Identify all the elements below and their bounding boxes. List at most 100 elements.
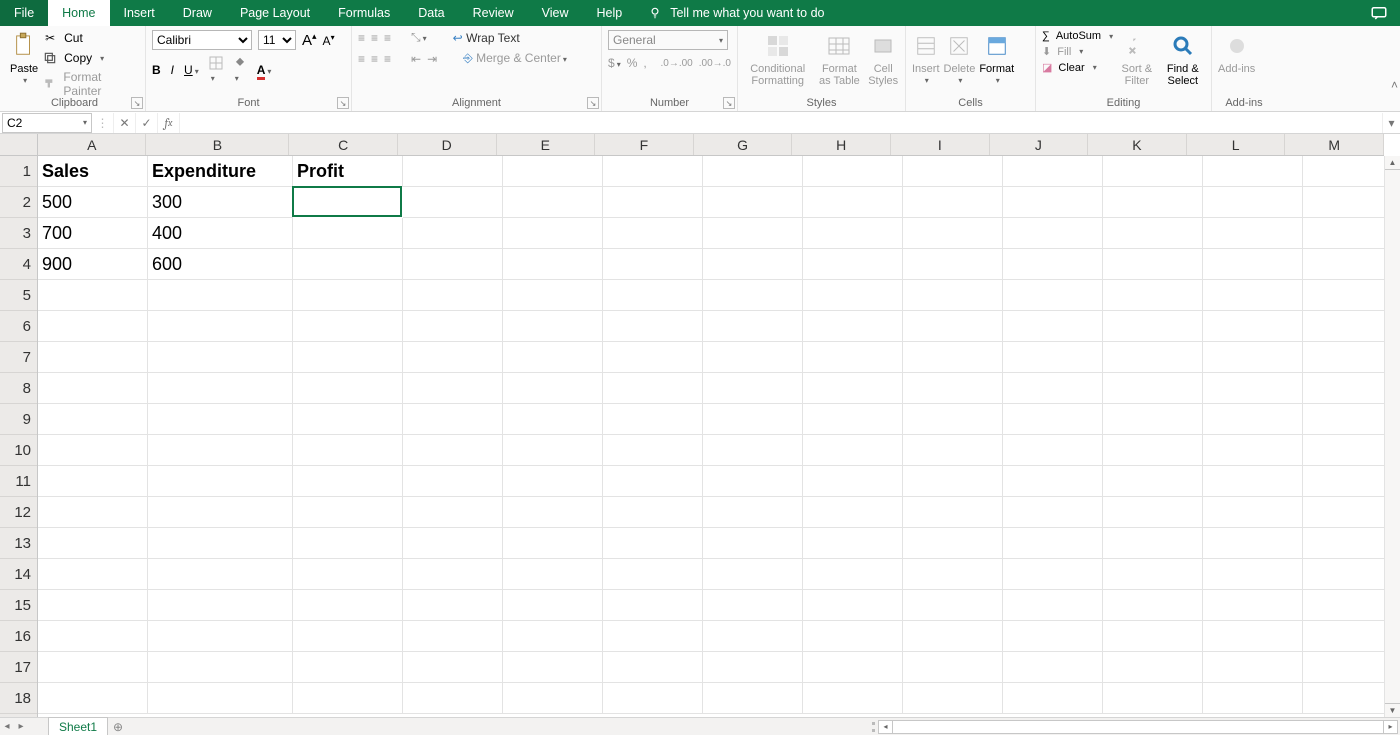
cell-F8[interactable] xyxy=(603,373,703,404)
cell-K12[interactable] xyxy=(1103,497,1203,528)
cell-K17[interactable] xyxy=(1103,652,1203,683)
cell-J11[interactable] xyxy=(1003,466,1103,497)
cell-L15[interactable] xyxy=(1203,590,1303,621)
column-header-C[interactable]: C xyxy=(289,134,397,155)
cell-G18[interactable] xyxy=(703,683,803,714)
cell-I1[interactable] xyxy=(903,156,1003,187)
cell-C1[interactable]: Profit xyxy=(293,156,403,187)
cell-I18[interactable] xyxy=(903,683,1003,714)
cell-G2[interactable] xyxy=(703,187,803,218)
tab-insert[interactable]: Insert xyxy=(110,0,169,26)
cell-C6[interactable] xyxy=(293,311,403,342)
cell-I17[interactable] xyxy=(903,652,1003,683)
cell-F13[interactable] xyxy=(603,528,703,559)
cell-J13[interactable] xyxy=(1003,528,1103,559)
cell-E9[interactable] xyxy=(503,404,603,435)
tab-data[interactable]: Data xyxy=(404,0,458,26)
cell-L10[interactable] xyxy=(1203,435,1303,466)
row-header-12[interactable]: 12 xyxy=(0,497,37,528)
cell-F14[interactable] xyxy=(603,559,703,590)
cell-J6[interactable] xyxy=(1003,311,1103,342)
cells-container[interactable]: SalesExpenditureProfit500300700400900600 xyxy=(38,156,1384,717)
cell-E12[interactable] xyxy=(503,497,603,528)
cell-G15[interactable] xyxy=(703,590,803,621)
cell-G14[interactable] xyxy=(703,559,803,590)
cell-L4[interactable] xyxy=(1203,249,1303,280)
tell-me-search[interactable]: Tell me what you want to do xyxy=(636,0,824,26)
row-header-6[interactable]: 6 xyxy=(0,311,37,342)
cell-L17[interactable] xyxy=(1203,652,1303,683)
cell-H4[interactable] xyxy=(803,249,903,280)
cell-K14[interactable] xyxy=(1103,559,1203,590)
cell-I10[interactable] xyxy=(903,435,1003,466)
cell-I4[interactable] xyxy=(903,249,1003,280)
cell-F7[interactable] xyxy=(603,342,703,373)
row-header-17[interactable]: 17 xyxy=(0,652,37,683)
tab-home[interactable]: Home xyxy=(48,0,109,26)
cell-D14[interactable] xyxy=(403,559,503,590)
cell-E16[interactable] xyxy=(503,621,603,652)
cell-B11[interactable] xyxy=(148,466,293,497)
cell-J18[interactable] xyxy=(1003,683,1103,714)
cell-D9[interactable] xyxy=(403,404,503,435)
column-header-A[interactable]: A xyxy=(38,134,146,155)
cell-D7[interactable] xyxy=(403,342,503,373)
cell-I5[interactable] xyxy=(903,280,1003,311)
cell-E2[interactable] xyxy=(503,187,603,218)
borders-button[interactable]: ▾ xyxy=(209,56,223,84)
decrease-decimal-icon[interactable]: .00→.0 xyxy=(699,58,731,69)
cell-C16[interactable] xyxy=(293,621,403,652)
cell-F3[interactable] xyxy=(603,218,703,249)
tab-draw[interactable]: Draw xyxy=(169,0,226,26)
row-header-15[interactable]: 15 xyxy=(0,590,37,621)
column-header-G[interactable]: G xyxy=(694,134,793,155)
cell-A5[interactable] xyxy=(38,280,148,311)
row-header-14[interactable]: 14 xyxy=(0,559,37,590)
cell-E14[interactable] xyxy=(503,559,603,590)
cell-I2[interactable] xyxy=(903,187,1003,218)
cell-A13[interactable] xyxy=(38,528,148,559)
cell-L6[interactable] xyxy=(1203,311,1303,342)
clear-button[interactable]: ◪ Clear▾ xyxy=(1042,61,1113,74)
cell-D17[interactable] xyxy=(403,652,503,683)
cell-L12[interactable] xyxy=(1203,497,1303,528)
cell-H16[interactable] xyxy=(803,621,903,652)
sheet-nav-prev-icon[interactable]: ◂ xyxy=(0,718,14,735)
sheet-tab-sheet1[interactable]: Sheet1 xyxy=(48,717,108,735)
comments-icon[interactable] xyxy=(1358,0,1400,26)
cut-button[interactable]: ✂ Cut xyxy=(42,30,139,46)
cell-E6[interactable] xyxy=(503,311,603,342)
cell-G5[interactable] xyxy=(703,280,803,311)
cell-H9[interactable] xyxy=(803,404,903,435)
cell-C17[interactable] xyxy=(293,652,403,683)
cell-B1[interactable]: Expenditure xyxy=(148,156,293,187)
cell-A8[interactable] xyxy=(38,373,148,404)
cell-I16[interactable] xyxy=(903,621,1003,652)
row-header-2[interactable]: 2 xyxy=(0,187,37,218)
cell-D2[interactable] xyxy=(403,187,503,218)
column-header-B[interactable]: B xyxy=(146,134,289,155)
cell-G8[interactable] xyxy=(703,373,803,404)
tab-file[interactable]: File xyxy=(0,0,48,26)
cell-D3[interactable] xyxy=(403,218,503,249)
tab-formulas[interactable]: Formulas xyxy=(324,0,404,26)
decrease-indent-icon[interactable]: ⇤ xyxy=(411,52,421,66)
cell-H5[interactable] xyxy=(803,280,903,311)
align-center-icon[interactable]: ≡ xyxy=(371,52,378,66)
cell-L8[interactable] xyxy=(1203,373,1303,404)
cell-F16[interactable] xyxy=(603,621,703,652)
cell-B12[interactable] xyxy=(148,497,293,528)
column-header-F[interactable]: F xyxy=(595,134,694,155)
cell-H10[interactable] xyxy=(803,435,903,466)
cell-H7[interactable] xyxy=(803,342,903,373)
name-box[interactable]: C2 ▾ xyxy=(2,113,92,133)
cell-J2[interactable] xyxy=(1003,187,1103,218)
cell-E8[interactable] xyxy=(503,373,603,404)
row-header-16[interactable]: 16 xyxy=(0,621,37,652)
cell-J8[interactable] xyxy=(1003,373,1103,404)
cell-L14[interactable] xyxy=(1203,559,1303,590)
cell-A15[interactable] xyxy=(38,590,148,621)
cell-A1[interactable]: Sales xyxy=(38,156,148,187)
fill-color-button[interactable]: ▾ xyxy=(233,56,247,84)
cell-F10[interactable] xyxy=(603,435,703,466)
